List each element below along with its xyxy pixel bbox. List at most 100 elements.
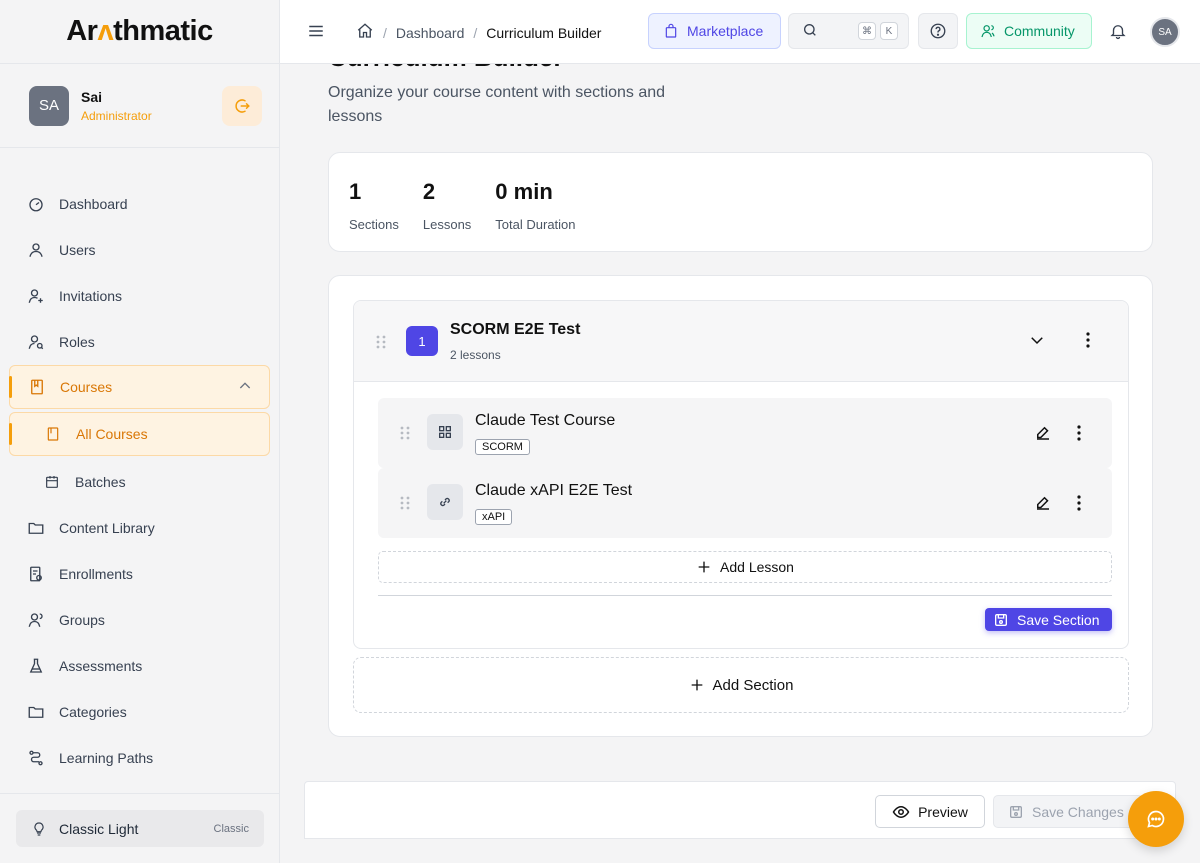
calendar-icon	[43, 473, 61, 491]
bell-icon[interactable]	[1109, 22, 1127, 45]
page-title: Curriculum Builder	[328, 64, 563, 73]
sidebar-item-courses[interactable]: Courses	[9, 365, 270, 409]
preview-label: Preview	[918, 803, 968, 820]
sidebar-item-label: Roles	[59, 334, 95, 350]
curriculum-builder: 1 SCORM E2E Test 2 lessons Claude Test C…	[328, 275, 1153, 737]
section-card: 1 SCORM E2E Test 2 lessons Claude Test C…	[353, 300, 1129, 649]
lightbulb-icon	[31, 821, 47, 837]
app-logo[interactable]: Ar ʌ thmatic	[0, 0, 279, 64]
section-header[interactable]: 1 SCORM E2E Test 2 lessons	[354, 301, 1128, 382]
lesson-item[interactable]: Claude xAPI E2E Test xAPI	[378, 468, 1112, 538]
more-vertical-icon[interactable]	[1080, 331, 1096, 354]
sidebar-item-enrollments[interactable]: Enrollments	[0, 551, 279, 597]
add-lesson-button[interactable]: Add Lesson	[378, 551, 1112, 583]
sidebar-item-label: Learning Paths	[59, 750, 154, 766]
book-icon	[28, 378, 46, 396]
theme-switcher-area: Classic Light Classic	[0, 793, 280, 863]
roles-icon	[27, 333, 45, 351]
profile-name: Sai	[81, 88, 103, 105]
lesson-item[interactable]: Claude Test Course SCORM	[378, 398, 1112, 468]
sidebar-item-all-courses[interactable]: All Courses	[9, 412, 270, 456]
breadcrumb: / Dashboard / Curriculum Builder	[356, 22, 601, 43]
save-section-button[interactable]: Save Section	[985, 608, 1112, 631]
lesson-type-badge: SCORM	[475, 439, 530, 455]
shortcut-key-cmd: ⌘	[858, 22, 876, 40]
book-icon	[44, 425, 62, 443]
stat-lessons: 2 Lessons	[422, 179, 471, 232]
edit-icon[interactable]	[1034, 494, 1052, 517]
drag-handle-icon[interactable]	[374, 334, 388, 350]
more-vertical-icon[interactable]	[1071, 494, 1087, 517]
more-vertical-icon[interactable]	[1071, 424, 1087, 447]
logo-text-suffix: thmatic	[113, 15, 213, 47]
sidebar-item-categories[interactable]: Categories	[0, 689, 279, 735]
sidebar-item-assessments[interactable]: Assessments	[0, 643, 279, 689]
sidebar-item-label: Assessments	[59, 658, 143, 674]
add-section-button[interactable]: Add Section	[353, 657, 1129, 713]
breadcrumb-dashboard[interactable]: Dashboard	[396, 25, 465, 41]
sidebar-item-content-library[interactable]: Content Library	[0, 505, 279, 551]
user-icon	[27, 241, 45, 259]
community-label: Community	[1004, 23, 1075, 39]
add-lesson-label: Add Lesson	[720, 559, 794, 575]
search-icon	[802, 22, 818, 41]
page-description: Organize your course content with sectio…	[328, 84, 666, 125]
sidebar-item-roles[interactable]: Roles	[0, 319, 279, 365]
logout-icon	[235, 98, 250, 113]
shortcut-key-k: K	[880, 22, 898, 40]
chat-icon	[1147, 810, 1165, 828]
path-icon	[27, 749, 45, 767]
sidebar-item-invitations[interactable]: Invitations	[0, 273, 279, 319]
enrollment-icon	[27, 565, 45, 583]
edit-icon[interactable]	[1034, 424, 1052, 447]
main-content: Curriculum Builder Organize your course …	[280, 64, 1200, 863]
chevron-up-icon[interactable]	[237, 378, 253, 397]
marketplace-button[interactable]: Marketplace	[648, 13, 781, 49]
logout-button[interactable]	[222, 85, 262, 126]
save-changes-button[interactable]: Save Changes	[993, 795, 1143, 828]
user-plus-icon	[27, 287, 45, 305]
sidebar-nav: Dashboard Users Invitations Roles Course…	[0, 148, 279, 781]
sidebar-item-batches[interactable]: Batches	[0, 459, 279, 505]
grid-icon	[427, 414, 463, 450]
search-shortcut: ⌘ K	[854, 22, 898, 40]
stat-value: 2	[422, 179, 436, 204]
marketplace-label: Marketplace	[687, 23, 764, 39]
group-icon	[27, 611, 45, 629]
chevron-down-icon[interactable]	[1028, 331, 1046, 354]
theme-tag: Classic	[213, 822, 249, 835]
menu-icon[interactable]	[307, 22, 325, 45]
preview-button[interactable]: Preview	[875, 795, 985, 828]
lesson-title: Claude xAPI E2E Test	[475, 482, 633, 499]
breadcrumb-separator: /	[473, 24, 478, 41]
drag-handle-icon[interactable]	[398, 495, 412, 511]
sidebar: Ar ʌ thmatic SA Sai Administrator Dashboar…	[0, 0, 280, 863]
link-icon	[427, 484, 463, 520]
sidebar-item-label: Users	[59, 242, 96, 258]
community-button[interactable]: Community	[966, 13, 1092, 49]
profile-role: Administrator	[81, 108, 152, 123]
lesson-title: Claude Test Course	[475, 412, 616, 429]
theme-label: Classic Light	[59, 820, 139, 837]
avatar[interactable]: SA	[29, 85, 69, 126]
sidebar-item-label: Categories	[59, 704, 127, 720]
section-lesson-count: 2 lessons	[450, 348, 501, 362]
home-icon[interactable]	[356, 22, 374, 43]
logo-text-prefix: Ar	[66, 15, 98, 47]
drag-handle-icon[interactable]	[398, 425, 412, 441]
header-avatar[interactable]: SA	[1150, 17, 1180, 47]
help-button[interactable]	[918, 13, 958, 49]
dashboard-icon	[27, 195, 45, 213]
sidebar-item-learning-paths[interactable]: Learning Paths	[0, 735, 279, 781]
chat-button[interactable]	[1128, 791, 1184, 847]
curriculum-stats: 1 Sections 2 Lessons 0 min Total Duratio…	[328, 152, 1153, 252]
sidebar-item-label: Groups	[59, 612, 105, 628]
sidebar-item-groups[interactable]: Groups	[0, 597, 279, 643]
save-icon	[993, 612, 1009, 628]
sidebar-item-dashboard[interactable]: Dashboard	[0, 181, 279, 227]
sidebar-item-users[interactable]: Users	[0, 227, 279, 273]
stat-value: 1	[349, 179, 362, 204]
save-section-label: Save Section	[1017, 611, 1100, 628]
search-button[interactable]: ⌘ K	[788, 13, 909, 49]
theme-switcher[interactable]: Classic Light Classic	[16, 810, 264, 847]
